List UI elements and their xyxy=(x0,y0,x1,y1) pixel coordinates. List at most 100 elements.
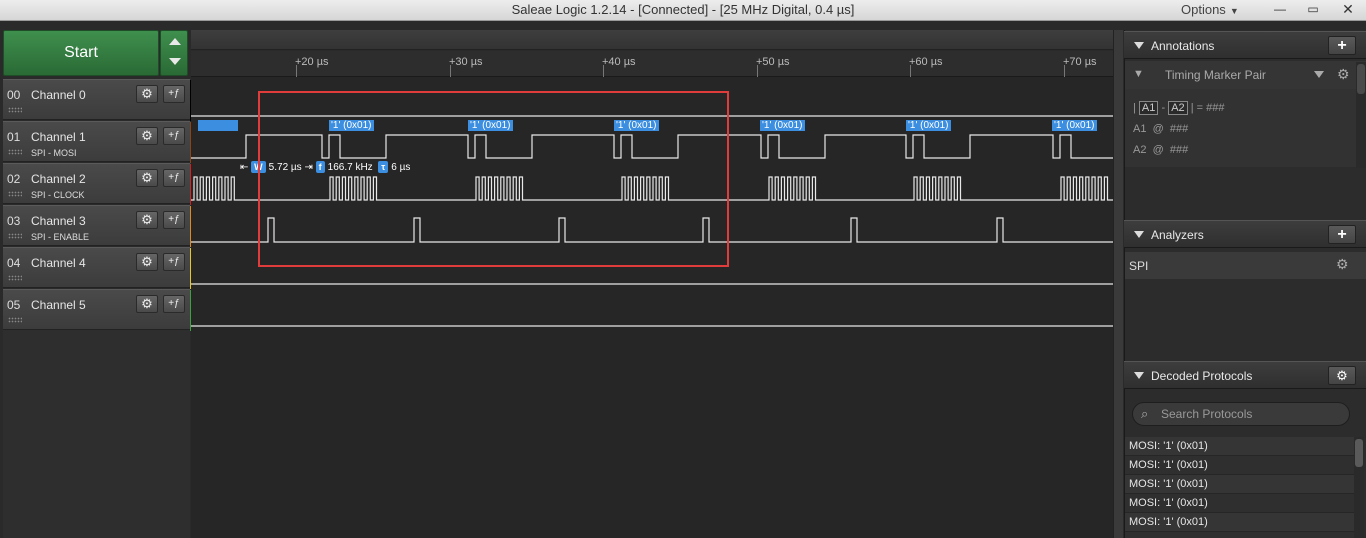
channel-name[interactable]: Channel 4 xyxy=(31,256,86,270)
a1-line: A1 @ ### xyxy=(1133,123,1188,135)
decoded-protocols-header[interactable]: Decoded Protocols ⚙ xyxy=(1124,361,1366,389)
channel-analyzer-label: SPI - ENABLE xyxy=(31,232,90,242)
scroll-thumb[interactable] xyxy=(1357,64,1365,94)
channel-name[interactable]: Channel 5 xyxy=(31,298,86,312)
decoded-frame-tag[interactable]: '1' (0x01) xyxy=(1052,120,1097,131)
window-title: Saleae Logic 1.2.14 - [Connected] - [25 … xyxy=(511,2,855,17)
marker-diff-value: ### xyxy=(1206,102,1225,114)
timing-marker-pair-row[interactable]: ▼ Timing Marker Pair ⚙ xyxy=(1125,61,1366,89)
channel-name[interactable]: Channel 1 xyxy=(31,130,86,144)
decoded-frame-tag[interactable]: '1' (0x01) xyxy=(906,120,951,131)
decoded-frame-partial[interactable] xyxy=(198,120,238,131)
decoded-protocols-settings-button[interactable]: ⚙ xyxy=(1328,366,1356,385)
analyzer-name: SPI xyxy=(1129,259,1149,273)
channel-number: 02 xyxy=(7,172,21,186)
trigger-icon[interactable]: +ƒ xyxy=(163,211,185,229)
channel-name[interactable]: Channel 2 xyxy=(31,172,86,186)
channel-row-04[interactable]: 04 Channel 4 ⚙ +ƒ xyxy=(3,247,194,289)
arrow-up-icon xyxy=(169,38,181,45)
drag-handle-icon[interactable] xyxy=(8,149,22,155)
channel-row-02[interactable]: 02 Channel 2 SPI - CLOCK ⚙ +ƒ xyxy=(3,163,194,205)
pin-icon[interactable]: ▼ xyxy=(1133,68,1144,80)
channel-list-empty-area xyxy=(3,330,190,538)
annotations-header[interactable]: Annotations + xyxy=(1124,31,1366,59)
gear-icon[interactable]: ⚙ xyxy=(136,253,158,271)
add-annotation-button[interactable]: + xyxy=(1328,36,1356,55)
start-options-button[interactable] xyxy=(160,30,188,76)
gear-icon[interactable]: ⚙ xyxy=(1337,66,1350,83)
arrow-down-icon xyxy=(169,58,181,65)
highlight-rectangle xyxy=(258,91,729,267)
start-button[interactable]: Start xyxy=(3,30,159,76)
drag-handle-icon[interactable] xyxy=(8,233,22,239)
time-tick-label: +40 µs xyxy=(602,56,636,68)
at-symbol: @ xyxy=(1152,144,1164,156)
analyzer-item-spi[interactable]: SPI ⚙ xyxy=(1125,252,1366,279)
search-placeholder: Search Protocols xyxy=(1161,407,1253,421)
timing-marker-pair-label: Timing Marker Pair xyxy=(1165,68,1266,82)
waveform-scrollbar[interactable] xyxy=(1113,30,1123,538)
close-button[interactable]: ✕ xyxy=(1332,0,1364,20)
channel-name[interactable]: Channel 3 xyxy=(31,214,86,228)
channel-number: 00 xyxy=(7,88,21,102)
time-ruler[interactable]: +20 µs +30 µs +40 µs +50 µs +60 µs +70 µs xyxy=(191,51,1115,77)
channel-name[interactable]: Channel 0 xyxy=(31,88,86,102)
scroll-thumb[interactable] xyxy=(1355,439,1363,467)
time-tick-label: +60 µs xyxy=(909,56,943,68)
time-tick-label: +20 µs xyxy=(295,56,329,68)
drag-handle-icon[interactable] xyxy=(8,275,22,281)
trigger-icon[interactable]: +ƒ xyxy=(163,169,185,187)
options-label[interactable]: Options xyxy=(1181,2,1226,17)
add-analyzer-button[interactable]: + xyxy=(1328,225,1356,244)
gear-icon[interactable]: ⚙ xyxy=(136,85,158,103)
marker-diff-line: | A1 - A2 | = ### xyxy=(1133,101,1224,115)
channel-row-03[interactable]: 03 Channel 3 SPI - ENABLE ⚙ +ƒ xyxy=(3,205,194,247)
a1-marker[interactable]: A1 xyxy=(1138,101,1159,115)
trigger-icon[interactable]: +ƒ xyxy=(163,127,185,145)
channel-analyzer-label: SPI - CLOCK xyxy=(31,190,85,200)
annotations-title: Annotations xyxy=(1151,39,1215,53)
channel-row-05[interactable]: 05 Channel 5 ⚙ +ƒ xyxy=(3,289,194,331)
time-tick-label: +50 µs xyxy=(756,56,790,68)
decoded-protocol-item[interactable]: MOSI: '1' (0x01) xyxy=(1125,437,1354,456)
decoded-protocol-item[interactable]: MOSI: '1' (0x01) xyxy=(1125,494,1354,513)
decoded-protocol-item[interactable]: MOSI: '1' (0x01) xyxy=(1125,456,1354,475)
gear-icon[interactable]: ⚙ xyxy=(136,295,158,313)
gear-icon[interactable]: ⚙ xyxy=(136,211,158,229)
trigger-icon[interactable]: +ƒ xyxy=(163,253,185,271)
collapse-triangle-icon xyxy=(1134,231,1144,238)
decoded-frame-tag[interactable]: '1' (0x01) xyxy=(760,120,805,131)
chevron-down-icon[interactable] xyxy=(1314,71,1324,78)
channel-number: 01 xyxy=(7,130,21,144)
collapse-triangle-icon xyxy=(1134,42,1144,49)
drag-handle-icon[interactable] xyxy=(8,317,22,323)
trigger-icon[interactable]: +ƒ xyxy=(163,85,185,103)
width-arrow-icon: ⇤ xyxy=(240,162,249,173)
maximize-button[interactable]: ▭ xyxy=(1297,0,1329,20)
a1-label: A1 xyxy=(1133,123,1147,135)
separator-bar: | xyxy=(1133,102,1136,114)
channel-row-00[interactable]: 00 Channel 0 ⚙ +ƒ xyxy=(3,79,194,121)
drag-handle-icon[interactable] xyxy=(8,191,22,197)
analyzers-header[interactable]: Analyzers + xyxy=(1124,220,1366,248)
gear-icon[interactable]: ⚙ xyxy=(136,127,158,145)
a2-label: A2 xyxy=(1133,144,1147,156)
gear-icon[interactable]: ⚙ xyxy=(1336,256,1349,273)
drag-handle-icon[interactable] xyxy=(8,107,22,113)
channel-row-01[interactable]: 01 Channel 1 SPI - MOSI ⚙ +ƒ xyxy=(3,121,194,163)
analyzers-title: Analyzers xyxy=(1151,228,1204,242)
timeline-overview[interactable] xyxy=(191,30,1115,50)
a1-value: ### xyxy=(1169,123,1189,135)
protocols-scrollbar[interactable] xyxy=(1354,437,1364,538)
a2-marker[interactable]: A2 xyxy=(1168,101,1188,115)
annotations-scrollbar[interactable] xyxy=(1356,62,1366,168)
decoded-protocol-item[interactable]: MOSI: '1' (0x01) xyxy=(1125,475,1354,494)
decoded-protocol-item[interactable]: MOSI: '1' (0x01) xyxy=(1125,513,1354,532)
options-menu[interactable]: Options ▼ xyxy=(1181,2,1239,17)
search-icon: ⌕ xyxy=(1141,406,1149,421)
collapse-triangle-icon xyxy=(1134,372,1144,379)
minimize-button[interactable]: — xyxy=(1264,0,1296,20)
gear-icon[interactable]: ⚙ xyxy=(136,169,158,187)
search-protocols-input[interactable]: ⌕ Search Protocols xyxy=(1132,402,1350,426)
trigger-icon[interactable]: +ƒ xyxy=(163,295,185,313)
